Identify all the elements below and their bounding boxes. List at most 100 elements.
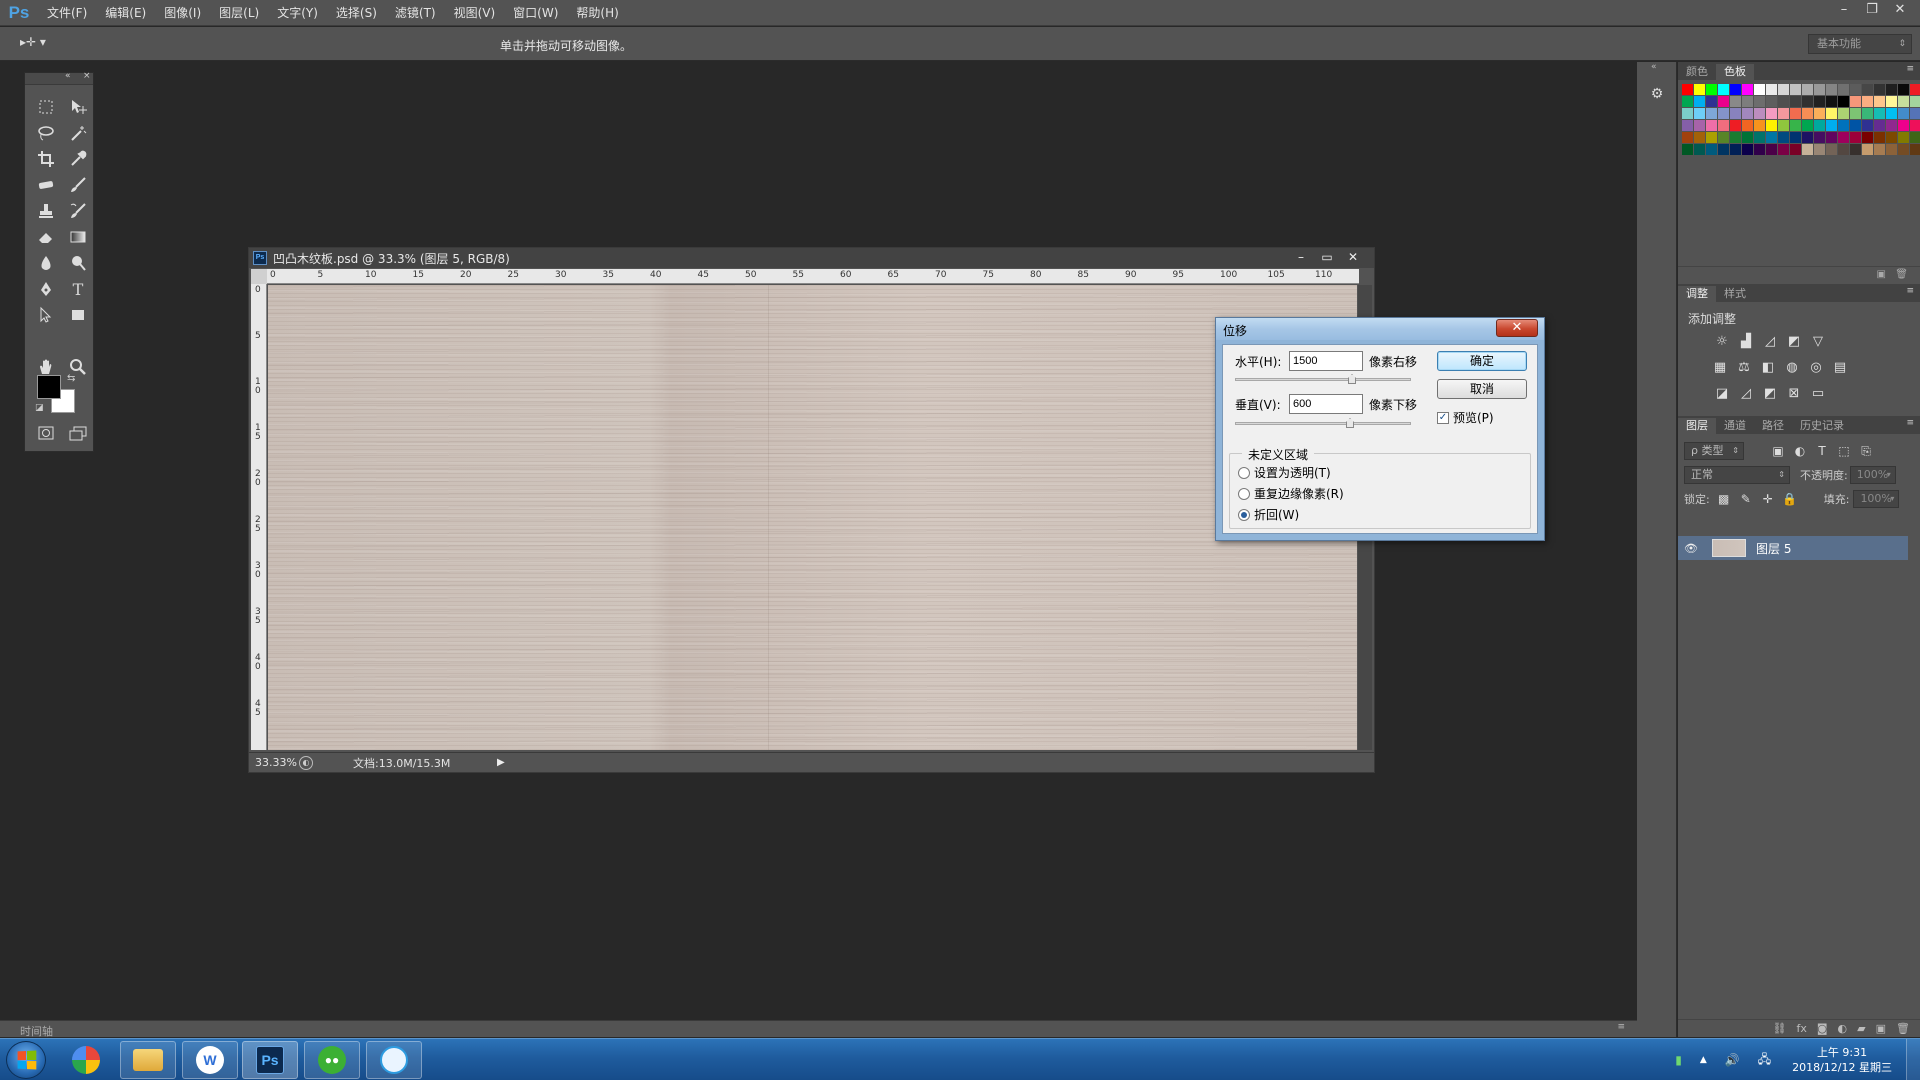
color-swatch[interactable] <box>1910 120 1920 131</box>
color-swatch[interactable] <box>1742 120 1753 131</box>
menu-layer[interactable]: 图层(L) <box>210 0 268 26</box>
hue-saturation-icon[interactable]: ▦ <box>1712 360 1728 376</box>
selective-color-icon[interactable]: ⊠ <box>1786 386 1802 402</box>
color-swatch[interactable] <box>1754 96 1765 107</box>
color-swatch[interactable] <box>1910 108 1920 119</box>
properties-icon[interactable]: ⚙ <box>1647 86 1667 104</box>
layer-filter-select[interactable]: ρ 类型 ⇕ <box>1684 442 1744 460</box>
menu-filter[interactable]: 滤镜(T) <box>386 0 445 26</box>
color-swatch[interactable] <box>1898 120 1909 131</box>
color-swatch[interactable] <box>1718 96 1729 107</box>
preview-row[interactable]: ✓ 预览(P) <box>1437 409 1494 426</box>
pen-tool[interactable] <box>31 277 61 301</box>
color-swatch[interactable] <box>1862 84 1873 95</box>
color-swatch[interactable] <box>1802 120 1813 131</box>
color-swatch[interactable] <box>1862 96 1873 107</box>
color-swatch[interactable] <box>1766 96 1777 107</box>
tab-paths[interactable]: 路径 <box>1754 418 1792 434</box>
color-swatch[interactable] <box>1742 132 1753 143</box>
info-icon[interactable]: ◐ <box>299 755 313 770</box>
color-swatch[interactable] <box>1886 120 1897 131</box>
color-swatch[interactable] <box>1730 144 1741 155</box>
color-swatch[interactable] <box>1706 84 1717 95</box>
vertical-input[interactable]: 600 <box>1289 394 1363 414</box>
tab-layers[interactable]: 图层 <box>1678 418 1716 434</box>
color-swatch[interactable] <box>1766 108 1777 119</box>
dialog-titlebar[interactable]: 位移 ✕ <box>1216 318 1544 340</box>
ok-button[interactable]: 确定 <box>1437 351 1527 371</box>
channel-mixer-icon[interactable]: ◎ <box>1808 360 1824 376</box>
color-swatch[interactable] <box>1898 84 1909 95</box>
exposure-icon[interactable]: ◩ <box>1786 334 1802 350</box>
panel-menu-icon[interactable]: ≡ <box>1906 286 1914 296</box>
color-swatch[interactable] <box>1718 108 1729 119</box>
crop-tool[interactable] <box>31 147 61 171</box>
color-swatch[interactable] <box>1778 108 1789 119</box>
radio-repeat-edge[interactable] <box>1238 487 1250 500</box>
color-swatch[interactable] <box>1682 144 1693 155</box>
color-swatch[interactable] <box>1706 132 1717 143</box>
image-canvas[interactable] <box>268 285 1357 750</box>
tab-color[interactable]: 颜色 <box>1678 64 1716 80</box>
tab-swatches[interactable]: 色板 <box>1716 64 1754 80</box>
panel-menu-icon[interactable]: ≡ <box>1617 1022 1625 1032</box>
color-swatch[interactable] <box>1742 108 1753 119</box>
black-white-icon[interactable]: ◧ <box>1760 360 1776 376</box>
color-swatch[interactable] <box>1886 108 1897 119</box>
restore-button[interactable]: ❐ <box>1858 0 1886 22</box>
vertical-ruler[interactable]: 0 5 10 15 20 25 30 35 40 45 <box>251 284 267 750</box>
color-swatch[interactable] <box>1790 96 1801 107</box>
document-minimize-button[interactable]: – <box>1288 248 1314 266</box>
color-swatch[interactable] <box>1898 108 1909 119</box>
color-swatch[interactable] <box>1802 84 1813 95</box>
gradient-map-icon[interactable]: ▭ <box>1810 386 1826 402</box>
color-swatch[interactable] <box>1826 108 1837 119</box>
threshold-icon[interactable]: ◩ <box>1762 386 1778 402</box>
collapse-icon[interactable]: « <box>65 71 71 81</box>
color-swatch[interactable] <box>1790 132 1801 143</box>
color-swatch[interactable] <box>1886 144 1897 155</box>
option-wrap-around[interactable]: 折回(W) <box>1238 506 1299 523</box>
battery-icon[interactable]: ▮ <box>1675 1053 1682 1067</box>
color-swatch[interactable] <box>1910 84 1920 95</box>
fx-icon[interactable]: fx <box>1796 1022 1806 1035</box>
tab-styles[interactable]: 样式 <box>1716 286 1754 302</box>
taskbar-photoshop[interactable]: Ps <box>242 1041 298 1079</box>
color-swatch[interactable] <box>1802 144 1813 155</box>
color-swatch[interactable] <box>1694 132 1705 143</box>
tab-history[interactable]: 历史记录 <box>1792 418 1852 434</box>
dialog-close-button[interactable]: ✕ <box>1496 319 1538 337</box>
color-swatch[interactable] <box>1790 108 1801 119</box>
ruler-origin[interactable] <box>251 269 267 284</box>
panel-menu-icon[interactable]: ≡ <box>1906 64 1914 74</box>
color-swatch[interactable] <box>1814 84 1825 95</box>
filter-type-icon[interactable]: T <box>1814 443 1830 459</box>
color-swatch[interactable] <box>1790 84 1801 95</box>
gradient-tool[interactable] <box>63 225 93 249</box>
link-layers-icon[interactable]: ⛓ <box>1773 1022 1787 1035</box>
color-swatch[interactable] <box>1682 84 1693 95</box>
tab-channels[interactable]: 通道 <box>1716 418 1754 434</box>
eyedropper-tool[interactable] <box>63 147 93 171</box>
levels-icon[interactable]: ▟ <box>1738 334 1754 350</box>
trash-icon[interactable]: 🗑 <box>1895 269 1908 280</box>
color-swatch[interactable] <box>1814 108 1825 119</box>
preview-checkbox[interactable]: ✓ <box>1437 411 1449 424</box>
color-swatch[interactable] <box>1898 132 1909 143</box>
tab-adjustments[interactable]: 调整 <box>1678 286 1716 302</box>
path-selection-tool[interactable] <box>31 303 61 327</box>
color-swatch[interactable] <box>1694 108 1705 119</box>
magic-wand-tool[interactable] <box>63 121 93 145</box>
color-swatch[interactable] <box>1850 84 1861 95</box>
color-swatch[interactable] <box>1826 96 1837 107</box>
radio-wrap-around[interactable] <box>1238 508 1250 521</box>
type-tool[interactable]: T <box>63 277 93 301</box>
lock-transparent-icon[interactable]: ▩ <box>1716 491 1732 507</box>
color-swatch[interactable] <box>1778 132 1789 143</box>
color-swatch[interactable] <box>1802 132 1813 143</box>
lock-all-icon[interactable]: 🔒 <box>1782 491 1798 507</box>
new-adjustment-icon[interactable]: ◐ <box>1838 1022 1848 1035</box>
color-swatch[interactable] <box>1754 120 1765 131</box>
rectangle-tool[interactable] <box>63 303 93 327</box>
color-lookup-icon[interactable]: ▤ <box>1832 360 1848 376</box>
